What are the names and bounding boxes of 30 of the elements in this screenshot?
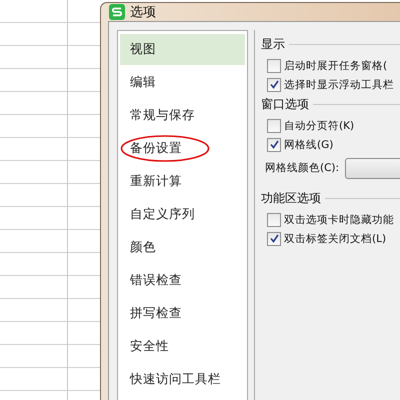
checkbox[interactable] bbox=[267, 78, 281, 92]
color-label: 网格线颜色(C): bbox=[265, 161, 340, 175]
sidebar-item[interactable]: 颜色 bbox=[120, 232, 245, 263]
section-title: 显示 bbox=[261, 36, 285, 53]
checkbox-label: 选择时显示浮动工具栏 bbox=[284, 78, 394, 92]
sidebar-item[interactable]: 重新计算 bbox=[120, 166, 245, 197]
sidebar-item[interactable]: 快速访问工具栏 bbox=[120, 364, 245, 395]
checkbox-label: 启动时展开任务窗格( bbox=[284, 58, 388, 72]
sidebar-item[interactable]: 视图 bbox=[120, 34, 245, 65]
checkbox[interactable] bbox=[267, 138, 281, 152]
checkbox[interactable] bbox=[267, 58, 281, 72]
checkbox[interactable] bbox=[267, 212, 281, 226]
sidebar-item[interactable]: 编辑 bbox=[120, 67, 245, 98]
checkbox-label: 双击标签关闭文档(L) bbox=[284, 232, 386, 246]
app-logo-icon bbox=[109, 4, 125, 20]
color-picker-button[interactable] bbox=[345, 158, 400, 178]
sidebar-item[interactable]: 错误检查 bbox=[120, 265, 245, 296]
checkbox-label: 网格线(G) bbox=[284, 138, 334, 152]
sidebar-item[interactable]: 拼写检查 bbox=[120, 298, 245, 329]
sidebar-item[interactable]: 自定义序列 bbox=[120, 199, 245, 230]
checkbox-label: 双击选项卡时隐藏功能 bbox=[284, 212, 394, 226]
section-title: 功能区选项 bbox=[261, 190, 321, 207]
sidebar-item[interactable]: 备份设置 bbox=[120, 133, 245, 164]
checkbox[interactable] bbox=[267, 232, 281, 246]
sidebar-item[interactable]: 安全性 bbox=[120, 331, 245, 362]
checkbox-label: 自动分页符(K) bbox=[284, 118, 354, 132]
sidebar-item[interactable]: 常规与保存 bbox=[120, 100, 245, 131]
checkbox[interactable] bbox=[267, 118, 281, 132]
window-title: 选项 bbox=[130, 4, 156, 21]
section-title: 窗口选项 bbox=[261, 96, 309, 113]
